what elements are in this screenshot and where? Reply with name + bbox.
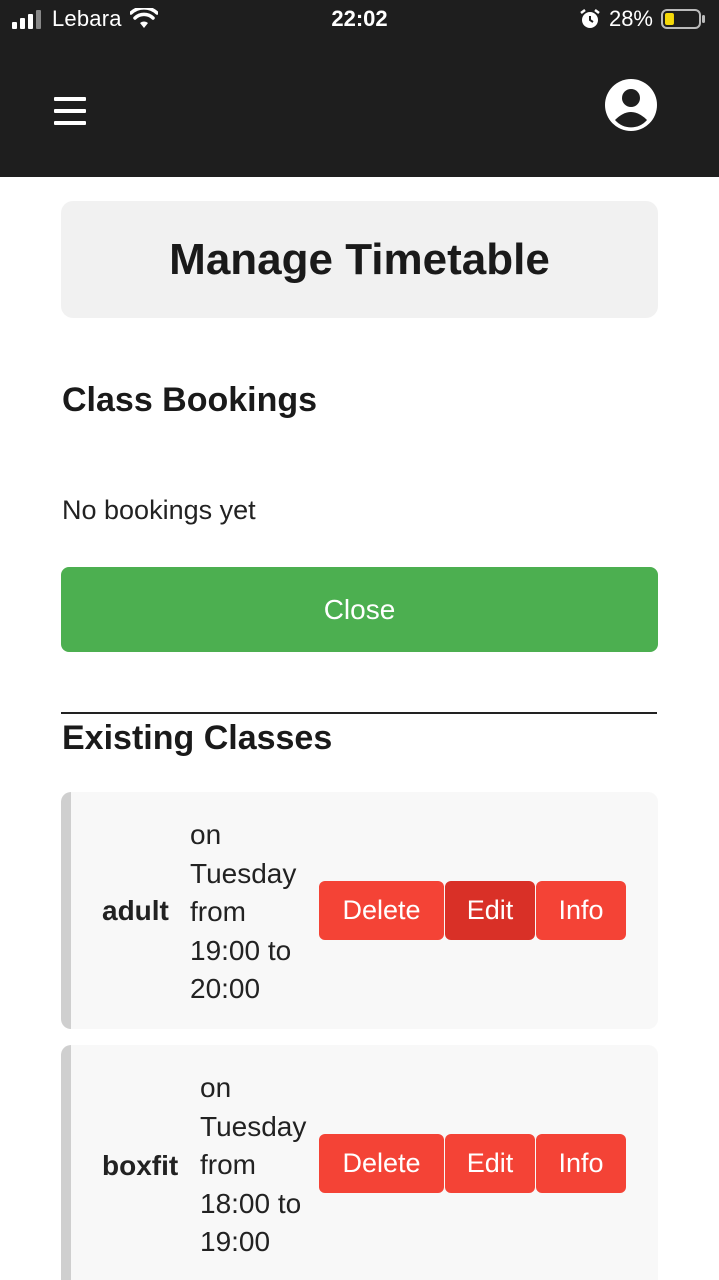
schedule-line: 19:00 [200,1226,271,1257]
info-button[interactable]: Info [536,1134,626,1193]
page-title-card: Manage Timetable [61,201,658,318]
user-account-icon[interactable] [604,78,658,132]
edit-button[interactable]: Edit [445,1134,535,1193]
page-title: Manage Timetable [169,234,550,284]
no-bookings-message: No bookings yet [62,495,256,525]
delete-button[interactable]: Delete [319,881,444,940]
status-bar: Lebara 22:02 28% [0,0,719,40]
class-card-boxfit: boxfit on Tuesday from 18:00 to 19:00 De… [61,1045,658,1280]
schedule-line: from [190,896,246,927]
schedule-line: on [190,819,222,850]
class-bookings-heading: Class Bookings [62,381,318,419]
schedule-line: 20:00 [190,973,261,1004]
schedule-line: on [200,1072,232,1103]
class-name: boxfit [102,1150,179,1181]
schedule-line: Tuesday [190,857,297,889]
class-name: adult [102,895,169,926]
status-right: 28% [579,6,707,32]
edit-button[interactable]: Edit [445,881,535,940]
hamburger-menu-icon[interactable] [52,95,88,127]
schedule-line: 18:00 to [200,1187,302,1219]
battery-percent: 28% [608,6,653,31]
battery-icon [661,9,705,29]
schedule-line: Tuesday [200,1110,307,1142]
class-schedule: on Tuesday from 18:00 to 19:00 [200,1069,330,1262]
class-card-adult: adult on Tuesday from 19:00 to 20:00 Del… [61,792,658,1029]
schedule-line: 19:00 to [190,934,292,966]
info-button[interactable]: Info [536,881,626,940]
close-button[interactable]: Close [61,567,658,652]
schedule-line: from [200,1149,256,1180]
existing-classes-heading: Existing Classes [62,719,333,757]
app-header: Lebara 22:02 28% [0,0,719,177]
delete-button[interactable]: Delete [319,1134,444,1193]
class-schedule: on Tuesday from 19:00 to 20:00 [190,816,320,1009]
alarm-icon [580,9,600,28]
section-divider [61,712,657,714]
